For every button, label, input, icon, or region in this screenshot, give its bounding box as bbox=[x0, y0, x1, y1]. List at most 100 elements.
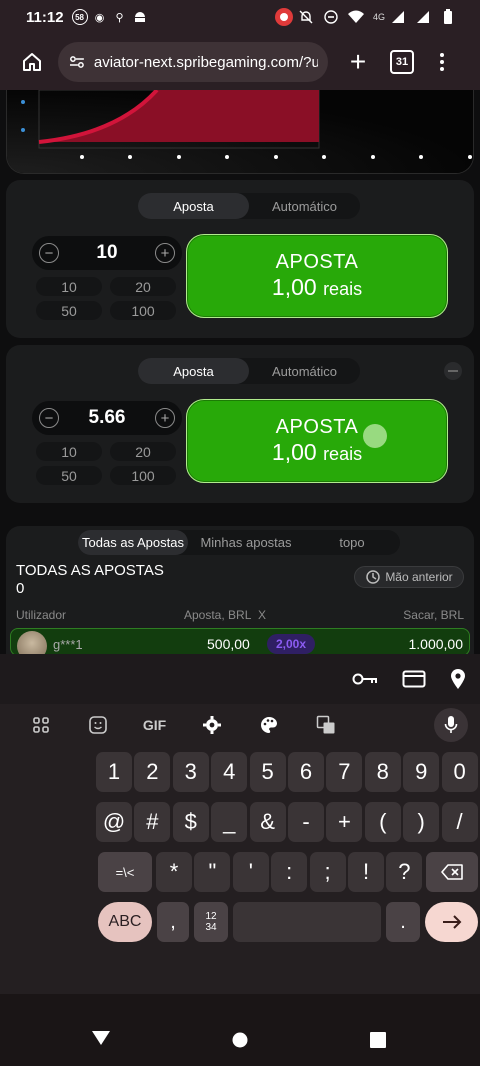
signal-icon bbox=[390, 9, 406, 25]
tab-aposta-1[interactable]: Aposta bbox=[138, 193, 249, 219]
bet-button-label-2: APOSTA bbox=[275, 416, 359, 438]
flight-graph bbox=[6, 90, 474, 174]
symbol-key-4[interactable]: & bbox=[249, 802, 286, 842]
home-button[interactable] bbox=[14, 44, 50, 80]
symbol-key-1[interactable]: # bbox=[134, 802, 171, 842]
quick-amount-50[interactable]: 50 bbox=[36, 301, 102, 320]
address-bar[interactable]: aviator-next.spribegaming.com/?u bbox=[58, 42, 328, 82]
recents-square-icon[interactable] bbox=[370, 1032, 386, 1048]
gif-button[interactable]: GIF bbox=[126, 717, 183, 733]
voice-input-button[interactable] bbox=[434, 708, 468, 742]
table-row: g***1 500,00 2,00x 1.000,00 bbox=[10, 628, 470, 654]
enter-key[interactable] bbox=[425, 902, 478, 942]
bets-list-panel: Todas as Apostas Minhas apostas topo TOD… bbox=[6, 526, 474, 654]
symbol-key-8[interactable]: ) bbox=[403, 802, 440, 842]
more-symbol-key-5[interactable]: ! bbox=[348, 852, 384, 892]
theme-palette-icon[interactable] bbox=[240, 715, 297, 735]
site-settings-icon[interactable] bbox=[68, 53, 86, 71]
quick-amount-100[interactable]: 100 bbox=[110, 466, 176, 485]
sticker-icon[interactable] bbox=[69, 715, 126, 735]
bets-list-tabs: Todas as Apostas Minhas apostas topo bbox=[78, 530, 400, 555]
more-symbol-key-6[interactable]: ? bbox=[386, 852, 423, 892]
quick-amount-20[interactable]: 20 bbox=[110, 277, 176, 296]
place-bet-button-2[interactable]: APOSTA 1,00 reais bbox=[186, 399, 448, 483]
col-user: Utilizador bbox=[16, 608, 67, 622]
network-type: 4G bbox=[372, 12, 385, 22]
credit-card-icon[interactable] bbox=[402, 670, 426, 688]
bet-button-amount-1: 1,00 reais bbox=[271, 274, 363, 300]
number-key-2[interactable]: 3 bbox=[172, 752, 209, 792]
quick-amount-100[interactable]: 100 bbox=[110, 301, 176, 320]
number-key-4[interactable]: 5 bbox=[249, 752, 286, 792]
quick-amount-20[interactable]: 20 bbox=[110, 442, 176, 461]
clock: 11:12 bbox=[26, 8, 64, 26]
comma-key[interactable]: , bbox=[157, 902, 189, 942]
numpad-key[interactable]: 12 34 bbox=[194, 902, 228, 942]
more-symbol-key-4[interactable]: ; bbox=[309, 852, 346, 892]
symbol-key-3[interactable]: _ bbox=[211, 802, 248, 842]
decrease-stake-button-2[interactable]: − bbox=[39, 408, 59, 428]
settings-gear-icon[interactable] bbox=[183, 715, 240, 735]
number-key-8[interactable]: 9 bbox=[403, 752, 440, 792]
url-text[interactable]: aviator-next.spribegaming.com/?u bbox=[94, 54, 318, 71]
translate-icon[interactable] bbox=[297, 715, 354, 735]
tab-minhas-apostas[interactable]: Minhas apostas bbox=[188, 530, 304, 555]
col-mult: X bbox=[258, 608, 267, 622]
tab-topo[interactable]: topo bbox=[304, 530, 400, 555]
stake-value-1[interactable]: 10 bbox=[96, 242, 117, 264]
symbol-page-toggle[interactable]: =\< bbox=[98, 852, 152, 892]
back-triangle-icon[interactable] bbox=[91, 1030, 111, 1046]
remove-panel-button[interactable] bbox=[444, 362, 462, 380]
col-bet: Aposta, BRL bbox=[184, 608, 252, 622]
symbol-key-0[interactable]: @ bbox=[96, 802, 132, 842]
more-symbol-key-1[interactable]: " bbox=[194, 852, 231, 892]
more-symbol-key-3[interactable]: : bbox=[271, 852, 308, 892]
number-key-9[interactable]: 0 bbox=[441, 752, 478, 792]
symbol-key-5[interactable]: - bbox=[288, 802, 324, 842]
decrease-stake-button-1[interactable]: − bbox=[39, 243, 59, 263]
number-key-0[interactable]: 1 bbox=[96, 752, 132, 792]
stake-value-2[interactable]: 5.66 bbox=[89, 407, 126, 429]
space-bar[interactable] bbox=[233, 902, 381, 942]
number-key-6[interactable]: 7 bbox=[326, 752, 363, 792]
notification-badge: 58 bbox=[71, 9, 88, 25]
tab-automatico-1[interactable]: Automático bbox=[249, 193, 360, 219]
increase-stake-button-1[interactable]: + bbox=[154, 243, 175, 263]
home-circle-icon[interactable] bbox=[232, 1032, 248, 1048]
aviator-game: Aposta Automático − 10 + 10 20 50 100 AP… bbox=[0, 90, 480, 654]
symbol-key-7[interactable]: ( bbox=[364, 802, 401, 842]
number-key-1[interactable]: 2 bbox=[134, 752, 171, 792]
more-symbol-key-2[interactable]: ' bbox=[232, 852, 269, 892]
more-menu-button[interactable] bbox=[440, 53, 444, 71]
more-symbol-key-0[interactable]: * bbox=[156, 852, 192, 892]
browser-toolbar: aviator-next.spribegaming.com/?u + 31 bbox=[0, 34, 480, 90]
symbol-key-9[interactable]: / bbox=[441, 802, 478, 842]
row-user: g***1 bbox=[53, 637, 83, 652]
backspace-key[interactable] bbox=[426, 852, 478, 892]
row-bet: 500,00 bbox=[207, 636, 250, 652]
quick-amount-50[interactable]: 50 bbox=[36, 466, 102, 485]
quick-amount-10[interactable]: 10 bbox=[36, 277, 102, 296]
symbol-key-2[interactable]: $ bbox=[172, 802, 209, 842]
new-tab-button[interactable]: + bbox=[342, 46, 374, 78]
mute-icon bbox=[298, 9, 314, 25]
period-key[interactable]: . bbox=[386, 902, 420, 942]
number-key-5[interactable]: 6 bbox=[288, 752, 324, 792]
key-icon[interactable] bbox=[352, 671, 378, 687]
increase-stake-button-2[interactable]: + bbox=[154, 408, 175, 428]
number-key-3[interactable]: 4 bbox=[211, 752, 248, 792]
place-bet-button-1[interactable]: APOSTA 1,00 reais bbox=[186, 234, 448, 318]
symbol-key-6[interactable]: + bbox=[326, 802, 363, 842]
previous-round-button[interactable]: Mão anterior bbox=[354, 566, 464, 588]
quick-amount-10[interactable]: 10 bbox=[36, 442, 102, 461]
number-key-7[interactable]: 8 bbox=[364, 752, 401, 792]
abc-key[interactable]: ABC bbox=[98, 902, 152, 942]
all-bets-title: TODAS AS APOSTAS bbox=[16, 562, 164, 579]
history-icon bbox=[366, 570, 381, 584]
tab-switcher-button[interactable]: 31 bbox=[390, 50, 414, 74]
location-icon[interactable] bbox=[450, 668, 466, 690]
tab-todas-apostas[interactable]: Todas as Apostas bbox=[78, 530, 188, 555]
tab-aposta-2[interactable]: Aposta bbox=[138, 358, 249, 384]
tab-automatico-2[interactable]: Automático bbox=[249, 358, 360, 384]
apps-grid-icon[interactable] bbox=[12, 716, 69, 734]
